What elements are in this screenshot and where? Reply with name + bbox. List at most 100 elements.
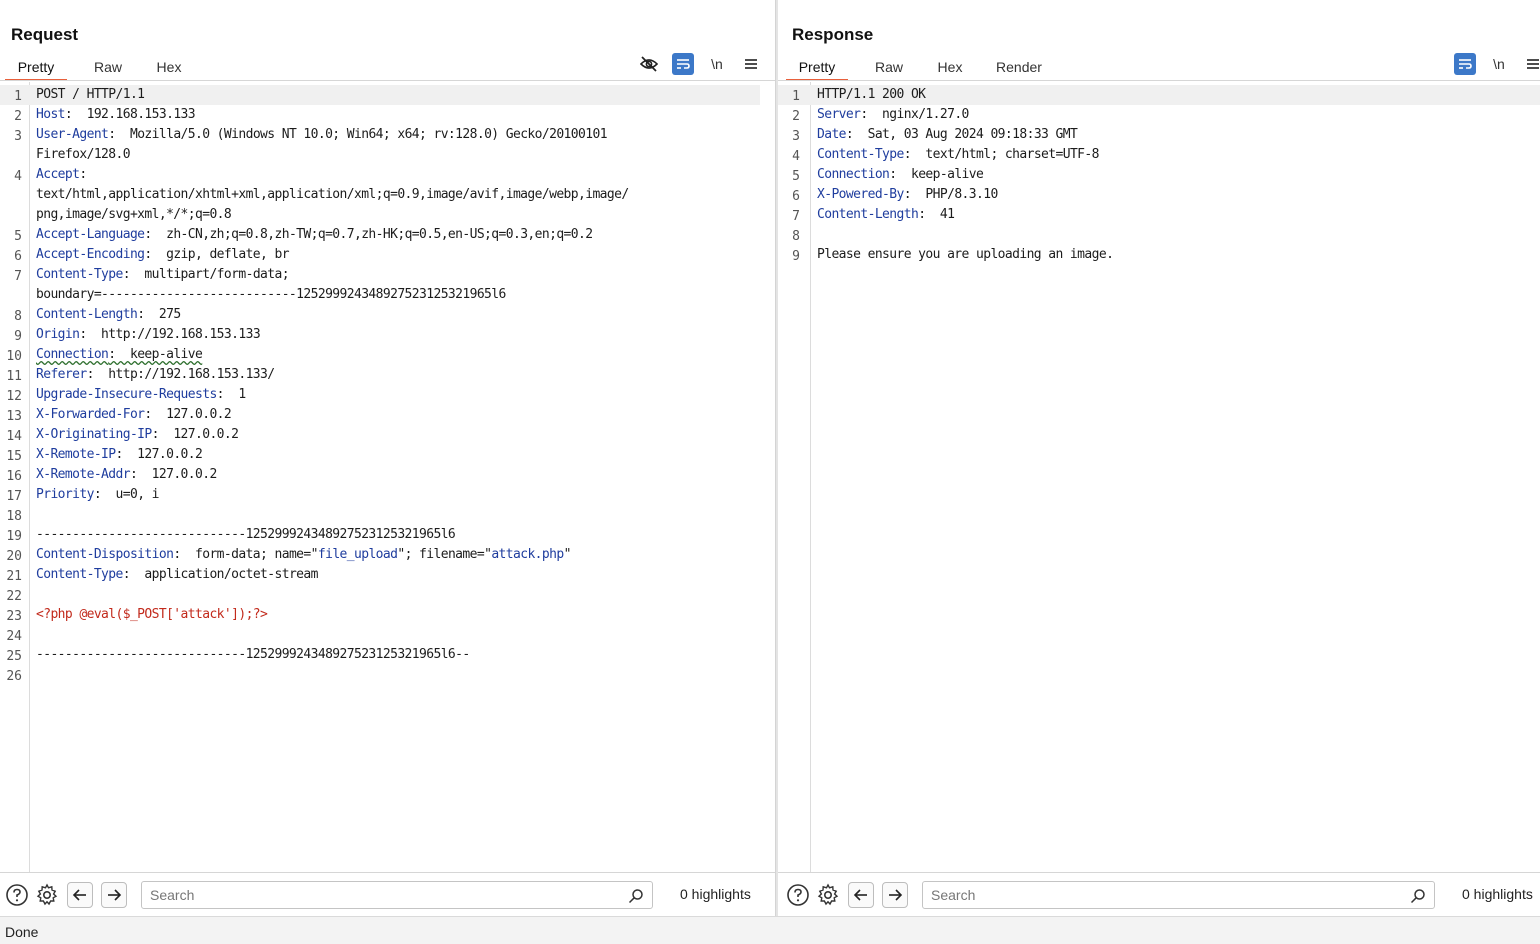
- line-text: X-Remote-IP: 127.0.0.2: [36, 445, 203, 465]
- token: : http://192.168.153.133: [79, 327, 261, 342]
- help-button[interactable]: [785, 882, 811, 908]
- arrow-left-icon: [853, 889, 867, 901]
- line-number: 1: [792, 89, 800, 104]
- line-number: 15: [6, 449, 22, 464]
- line-number: 26: [6, 669, 22, 684]
- token: -----------------------------12529992434…: [36, 647, 470, 662]
- code-line: 6 X-Powered-By: PHP/8.3.10: [778, 185, 1540, 205]
- line-text: Firefox/128.0: [36, 145, 131, 165]
- token: boundary=---------------------------1252…: [36, 287, 506, 302]
- search-input[interactable]: [142, 882, 652, 908]
- show-newlines-button[interactable]: \n: [1488, 53, 1510, 75]
- header-name: Content-Length: [36, 307, 138, 322]
- help-icon: [6, 884, 28, 906]
- header-name: Content-Disposition: [36, 547, 174, 562]
- header-name: Accept: [36, 167, 80, 182]
- tab-pretty[interactable]: Pretty: [5, 55, 67, 81]
- code-line: 4 Accept:: [0, 165, 775, 185]
- token: : 127.0.0.2: [144, 407, 232, 422]
- line-number: 3: [14, 129, 22, 144]
- menu-icon: [745, 59, 757, 69]
- code-line: boundary=---------------------------1252…: [0, 285, 775, 305]
- line-text: Content-Length: 41: [817, 205, 955, 225]
- line-text: X-Powered-By: PHP/8.3.10: [817, 185, 998, 205]
- line-text: Priority: u=0, i: [36, 485, 159, 505]
- request-search-bar: 0 highlights: [0, 872, 775, 916]
- code-line: 14 X-Originating-IP: 127.0.0.2: [0, 425, 775, 445]
- show-newlines-button[interactable]: \n: [706, 53, 728, 75]
- menu-button[interactable]: [1522, 53, 1540, 75]
- code-line: png,image/svg+xml,*/*;q=0.8: [0, 205, 775, 225]
- code-line: 21 Content-Type: application/octet-stream: [0, 565, 775, 585]
- token: : 275: [137, 307, 181, 322]
- line-number: 4: [14, 169, 22, 184]
- response-editor[interactable]: 1 HTTP/1.1 200 OK 2 Server: nginx/1.27.0 3 Da…: [778, 82, 1540, 872]
- hide-nonprintable-button[interactable]: [638, 53, 660, 75]
- header-name: Content-Length: [817, 207, 919, 222]
- code-line: 6 Accept-Encoding: gzip, deflate, br: [0, 245, 775, 265]
- code-line: 4 Content-Type: text/html; charset=UTF-8: [778, 145, 1540, 165]
- code-line: 25 -----------------------------125299924…: [0, 645, 775, 665]
- tab-render[interactable]: Render: [986, 55, 1052, 81]
- tab-divider: [778, 80, 1540, 81]
- request-lines: 1 POST / HTTP/1.1 2 Host: 192.168.153.133 3 U…: [0, 85, 775, 685]
- response-search-bar: 0 highlights: [778, 872, 1540, 916]
- header-name: X-Remote-IP: [36, 447, 116, 462]
- code-line: 8 Content-Length: 275: [0, 305, 775, 325]
- line-number: 2: [792, 109, 800, 124]
- previous-match-button[interactable]: [67, 882, 93, 908]
- header-name: Content-Type: [36, 567, 123, 582]
- line-number: 22: [6, 589, 22, 604]
- wrap-icon: [1459, 59, 1472, 69]
- settings-button[interactable]: [34, 882, 60, 908]
- tab-hex[interactable]: Hex: [141, 55, 197, 81]
- header-name: X-Originating-IP: [36, 427, 152, 442]
- settings-button[interactable]: [815, 882, 841, 908]
- line-text: Accept:: [36, 165, 87, 185]
- line-text: Content-Type: text/html; charset=UTF-8: [817, 145, 1099, 165]
- menu-button[interactable]: [740, 53, 762, 75]
- header-name: Host: [36, 107, 66, 122]
- search-input[interactable]: [923, 882, 1434, 908]
- next-match-button[interactable]: [882, 882, 908, 908]
- line-text: Content-Length: 275: [36, 305, 181, 325]
- code-line: 9 Origin: http://192.168.153.133: [0, 325, 775, 345]
- token: -----------------------------12529992434…: [36, 527, 456, 542]
- line-text: -----------------------------12529992434…: [36, 645, 470, 665]
- token: : keep-alive: [889, 167, 984, 182]
- code-line: 2 Host: 192.168.153.133: [0, 105, 775, 125]
- search-field: [141, 881, 653, 909]
- line-number: 11: [6, 369, 22, 384]
- token: : 192.168.153.133: [64, 107, 196, 122]
- header-name: X-Forwarded-For: [36, 407, 145, 422]
- request-tabs: Pretty Raw Hex: [5, 55, 197, 81]
- header-name: Upgrade-Insecure-Requests: [36, 387, 217, 402]
- eye-off-icon: [640, 56, 658, 72]
- help-button[interactable]: [4, 882, 30, 908]
- code-line: 17 Priority: u=0, i: [0, 485, 775, 505]
- line-text: Upgrade-Insecure-Requests: 1: [36, 385, 246, 405]
- next-match-button[interactable]: [101, 882, 127, 908]
- tab-hex[interactable]: Hex: [922, 55, 978, 81]
- line-number: 2: [14, 109, 22, 124]
- line-text: png,image/svg+xml,*/*;q=0.8: [36, 205, 232, 225]
- header-name: Accept-Language: [36, 227, 145, 242]
- line-text: POST / HTTP/1.1: [36, 85, 145, 105]
- wrap-lines-button[interactable]: [1454, 53, 1476, 75]
- request-editor[interactable]: 1 POST / HTTP/1.1 2 Host: 192.168.153.133 3 U…: [0, 82, 775, 872]
- tab-pretty[interactable]: Pretty: [786, 55, 848, 81]
- tab-raw[interactable]: Raw: [856, 55, 922, 81]
- token: : Sat, 03 Aug 2024 09:18:33 GMT: [845, 127, 1078, 142]
- code-line: 7 Content-Length: 41: [778, 205, 1540, 225]
- code-line: 1 POST / HTTP/1.1: [0, 85, 760, 105]
- line-number: 8: [792, 229, 800, 244]
- tab-raw[interactable]: Raw: [75, 55, 141, 81]
- wrap-lines-button[interactable]: [672, 53, 694, 75]
- request-toolbar: \n: [626, 53, 762, 75]
- previous-match-button[interactable]: [848, 882, 874, 908]
- line-number: 23: [6, 609, 22, 624]
- line-text: Date: Sat, 03 Aug 2024 09:18:33 GMT: [817, 125, 1078, 145]
- code-line: 16 X-Remote-Addr: 127.0.0.2: [0, 465, 775, 485]
- line-text: text/html,application/xhtml+xml,applicat…: [36, 185, 629, 205]
- response-panel: Response Pretty Raw Hex Render \n 1 HTTP/…: [778, 0, 1540, 916]
